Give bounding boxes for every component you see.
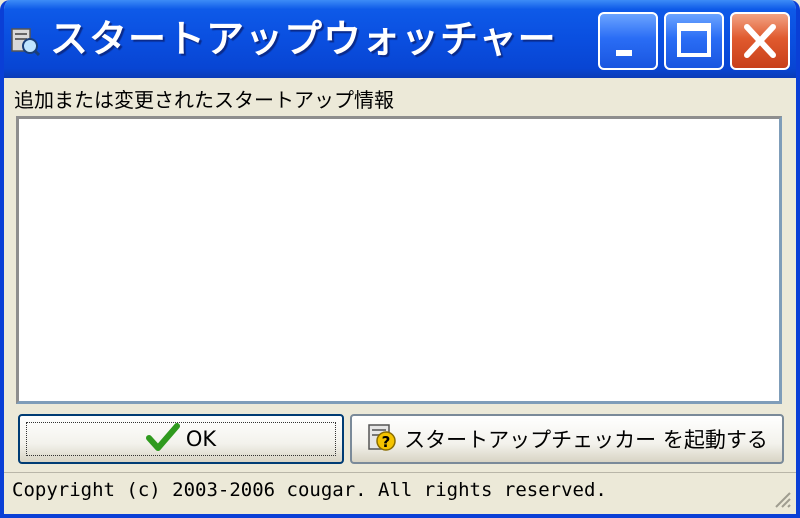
copyright-text: Copyright (c) 2003-2006 cougar. All righ… — [12, 479, 607, 501]
ok-button[interactable]: OK — [18, 414, 344, 464]
launch-startup-checker-label: スタートアップチェッカー を起動する — [404, 428, 768, 452]
launch-startup-checker-button[interactable]: ? スタートアップチェッカー を起動する — [350, 414, 784, 464]
maximize-button[interactable] — [664, 12, 724, 70]
window-title: スタートアップウォッチャー — [50, 17, 557, 61]
svg-text:?: ? — [382, 433, 391, 451]
window-content: 追加または変更されたスタートアップ情報 OK ? スタートアップチェッカー を起… — [4, 78, 796, 514]
status-bar: Copyright (c) 2003-2006 cougar. All righ… — [4, 472, 796, 514]
minimize-button[interactable] — [598, 12, 658, 70]
close-icon — [744, 24, 776, 58]
title-bar[interactable]: スタートアップウォッチャー — [4, 0, 796, 78]
help-app-icon: ? — [366, 421, 398, 458]
maximize-icon — [677, 23, 711, 57]
app-window: スタートアップウォッチャー 追加または変更されたスタートアップ情報 OK ? ス… — [0, 0, 800, 518]
app-icon[interactable] — [10, 26, 41, 57]
focus-rect — [26, 422, 336, 456]
minimize-icon — [616, 50, 632, 56]
resize-grip-icon[interactable] — [770, 487, 792, 509]
startup-info-list[interactable] — [16, 116, 782, 404]
close-button[interactable] — [730, 12, 790, 70]
startup-list-label: 追加または変更されたスタートアップ情報 — [14, 88, 394, 112]
